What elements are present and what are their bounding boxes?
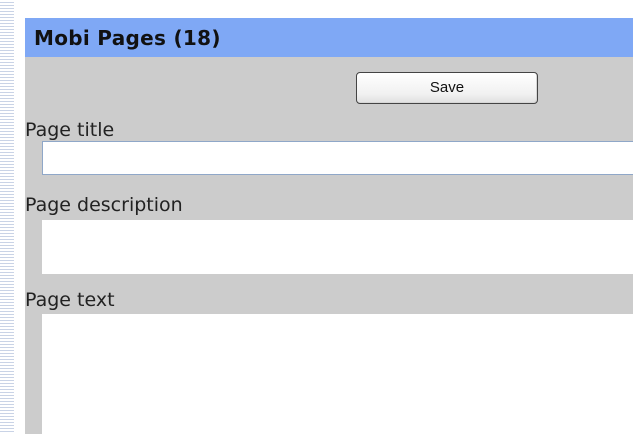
page-text-textarea[interactable] bbox=[42, 314, 633, 434]
page-description-label: Page description bbox=[25, 194, 183, 216]
mobi-pages-panel: Mobi Pages (18) Save Page title Page des… bbox=[25, 18, 633, 434]
page-title-label: Page title bbox=[25, 119, 115, 141]
page-title-input[interactable] bbox=[42, 141, 633, 175]
page-text-label: Page text bbox=[25, 289, 115, 311]
panel-header: Mobi Pages (18) bbox=[25, 18, 633, 57]
save-button[interactable]: Save bbox=[356, 72, 538, 104]
panel-title: Mobi Pages (18) bbox=[34, 26, 221, 50]
page-description-input[interactable] bbox=[42, 220, 633, 274]
left-striped-edge bbox=[0, 0, 14, 434]
